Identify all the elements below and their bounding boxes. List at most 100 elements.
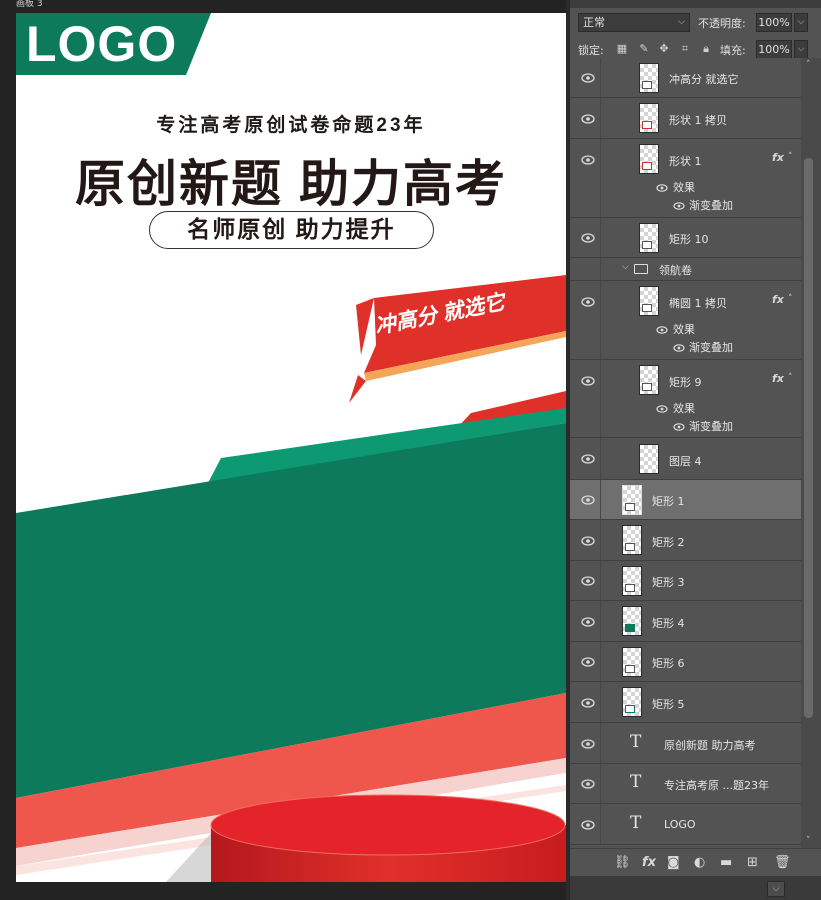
layer-name[interactable]: 矩形 9 (669, 374, 702, 390)
eye-icon[interactable] (581, 576, 595, 586)
lock-all-icon[interactable]: 🔒︎ (700, 43, 712, 55)
eye-icon[interactable] (673, 200, 685, 210)
layer-thumbnail (622, 687, 642, 717)
eye-icon[interactable] (673, 342, 685, 352)
eye-icon[interactable] (581, 657, 595, 667)
layer-row[interactable]: T 原创新题 助力高考 (570, 723, 801, 764)
layer-row-selected[interactable]: 矩形 1 (570, 480, 801, 520)
fx-icon[interactable]: fx (772, 372, 784, 385)
gradient-overlay-label[interactable]: 渐变叠加 (689, 197, 733, 213)
new-layer-icon[interactable]: ⊞ (747, 855, 758, 870)
layer-name[interactable]: 椭圆 1 拷贝 (669, 295, 727, 311)
layer-name[interactable]: 冲高分 就选它 (669, 71, 739, 87)
eye-icon[interactable] (581, 297, 595, 307)
opacity-input[interactable]: 100% (756, 13, 792, 32)
artboard[interactable]: LOGO 专注高考原创试卷命题23年 原创新题 助力高考 名师原创 助力提升 冲… (16, 13, 566, 882)
fx-icon[interactable]: fx (772, 293, 784, 306)
eye-icon[interactable] (581, 454, 595, 464)
layer-name[interactable]: LOGO (664, 818, 696, 831)
eye-icon[interactable] (581, 495, 595, 505)
layer-name[interactable]: 矩形 4 (652, 615, 685, 631)
lock-position-icon[interactable]: ✥ (658, 43, 670, 55)
eye-icon[interactable] (581, 73, 595, 83)
layer-row[interactable]: 矩形 9 fx ˄ 效果 渐变叠加 (570, 360, 801, 438)
eye-icon[interactable] (656, 182, 668, 192)
fill-dropdown-icon[interactable]: ⌵ (794, 40, 808, 59)
adjustment-icon[interactable]: ◐ (694, 855, 705, 870)
layer-thumbnail (622, 606, 642, 636)
layer-row[interactable]: 矩形 4 (570, 601, 801, 642)
layer-row[interactable]: 矩形 6 (570, 642, 801, 682)
eye-icon[interactable] (656, 403, 668, 413)
layers-scrollbar[interactable]: ˄ ˅ (801, 58, 821, 848)
effects-label[interactable]: 效果 (673, 179, 695, 195)
chevron-up-icon[interactable]: ˄ (788, 294, 793, 304)
gradient-overlay-label[interactable]: 渐变叠加 (689, 418, 733, 434)
effects-label[interactable]: 效果 (673, 400, 695, 416)
eye-icon[interactable] (581, 739, 595, 749)
layer-group-row[interactable]: ⌵ 领航卷 (570, 258, 801, 281)
eye-icon[interactable] (581, 233, 595, 243)
layer-thumbnail (622, 647, 642, 677)
lock-image-icon[interactable]: ✎ (638, 43, 650, 55)
eye-icon[interactable] (581, 114, 595, 124)
scroll-up-icon[interactable]: ˄ (806, 60, 811, 70)
layer-row[interactable]: 椭圆 1 拷贝 fx ˄ 效果 渐变叠加 (570, 281, 801, 360)
layer-name[interactable]: 原创新题 助力高考 (664, 737, 756, 753)
layer-name[interactable]: 矩形 10 (669, 231, 709, 247)
document-tab[interactable]: 画板 3 (0, 0, 566, 10)
layer-row[interactable]: 形状 1 拷贝 (570, 98, 801, 139)
gradient-overlay-label[interactable]: 渐变叠加 (689, 339, 733, 355)
eye-icon[interactable] (581, 698, 595, 708)
fx-icon[interactable]: fx (642, 855, 656, 870)
chevron-up-icon[interactable]: ˄ (788, 152, 793, 162)
folder-icon[interactable]: ▬ (720, 855, 732, 870)
scroll-thumb[interactable] (804, 158, 813, 718)
blend-mode-select[interactable]: 正常 ⌵ (578, 13, 690, 32)
layer-row[interactable]: 形状 1 fx ˄ 效果 渐变叠加 (570, 139, 801, 218)
layer-row[interactable]: 矩形 10 (570, 218, 801, 258)
layer-row[interactable]: 矩形 3 (570, 561, 801, 601)
layer-name[interactable]: 形状 1 拷贝 (669, 112, 727, 128)
podium-top (210, 794, 566, 856)
scroll-down-icon[interactable]: ˅ (806, 836, 811, 846)
eye-icon[interactable] (581, 617, 595, 627)
chevron-down-icon[interactable]: ⌵ (622, 262, 629, 272)
layer-thumbnail (639, 444, 659, 474)
layer-name[interactable]: 矩形 6 (652, 655, 685, 671)
layer-row[interactable]: 矩形 2 (570, 520, 801, 561)
eye-icon[interactable] (673, 421, 685, 431)
layer-row[interactable]: 矩形 5 (570, 682, 801, 723)
layer-name[interactable]: 矩形 1 (652, 493, 685, 509)
layer-row[interactable]: T LOGO (570, 804, 801, 845)
link-icon[interactable]: ⛓ (614, 855, 631, 870)
layer-name[interactable]: 领航卷 (659, 262, 692, 278)
opacity-dropdown-icon[interactable]: ⌵ (794, 13, 808, 32)
fx-icon[interactable]: fx (772, 151, 784, 164)
lock-artboard-icon[interactable]: ⌗ (679, 43, 691, 55)
eye-icon[interactable] (581, 155, 595, 165)
eye-icon[interactable] (656, 324, 668, 334)
layer-name[interactable]: 形状 1 (669, 153, 702, 169)
chevron-down-icon[interactable]: ⌵ (767, 881, 785, 897)
layer-name[interactable]: 专注高考原 ...题23年 (664, 777, 769, 793)
canvas-area[interactable]: LOGO 专注高考原创试卷命题23年 原创新题 助力高考 名师原创 助力提升 冲… (0, 10, 566, 900)
layer-name[interactable]: 矩形 3 (652, 574, 685, 590)
lock-transparent-icon[interactable]: ▦ (616, 43, 628, 55)
mask-icon[interactable]: ◙ (667, 855, 680, 870)
layer-row[interactable]: 图层 4 (570, 438, 801, 480)
chevron-up-icon[interactable]: ˄ (788, 373, 793, 383)
layer-name[interactable]: 图层 4 (669, 453, 702, 469)
eye-icon[interactable] (581, 820, 595, 830)
layer-thumbnail (639, 365, 659, 395)
trash-icon[interactable]: 🗑︎ (774, 855, 791, 870)
eye-icon[interactable] (581, 779, 595, 789)
layer-row[interactable]: T 专注高考原 ...题23年 (570, 764, 801, 804)
layer-name[interactable]: 矩形 5 (652, 696, 685, 712)
eye-icon[interactable] (581, 376, 595, 386)
layer-name[interactable]: 矩形 2 (652, 534, 685, 550)
fill-input[interactable]: 100% (756, 40, 792, 59)
layer-row[interactable]: 冲高分 就选它 (570, 58, 801, 98)
eye-icon[interactable] (581, 536, 595, 546)
effects-label[interactable]: 效果 (673, 321, 695, 337)
